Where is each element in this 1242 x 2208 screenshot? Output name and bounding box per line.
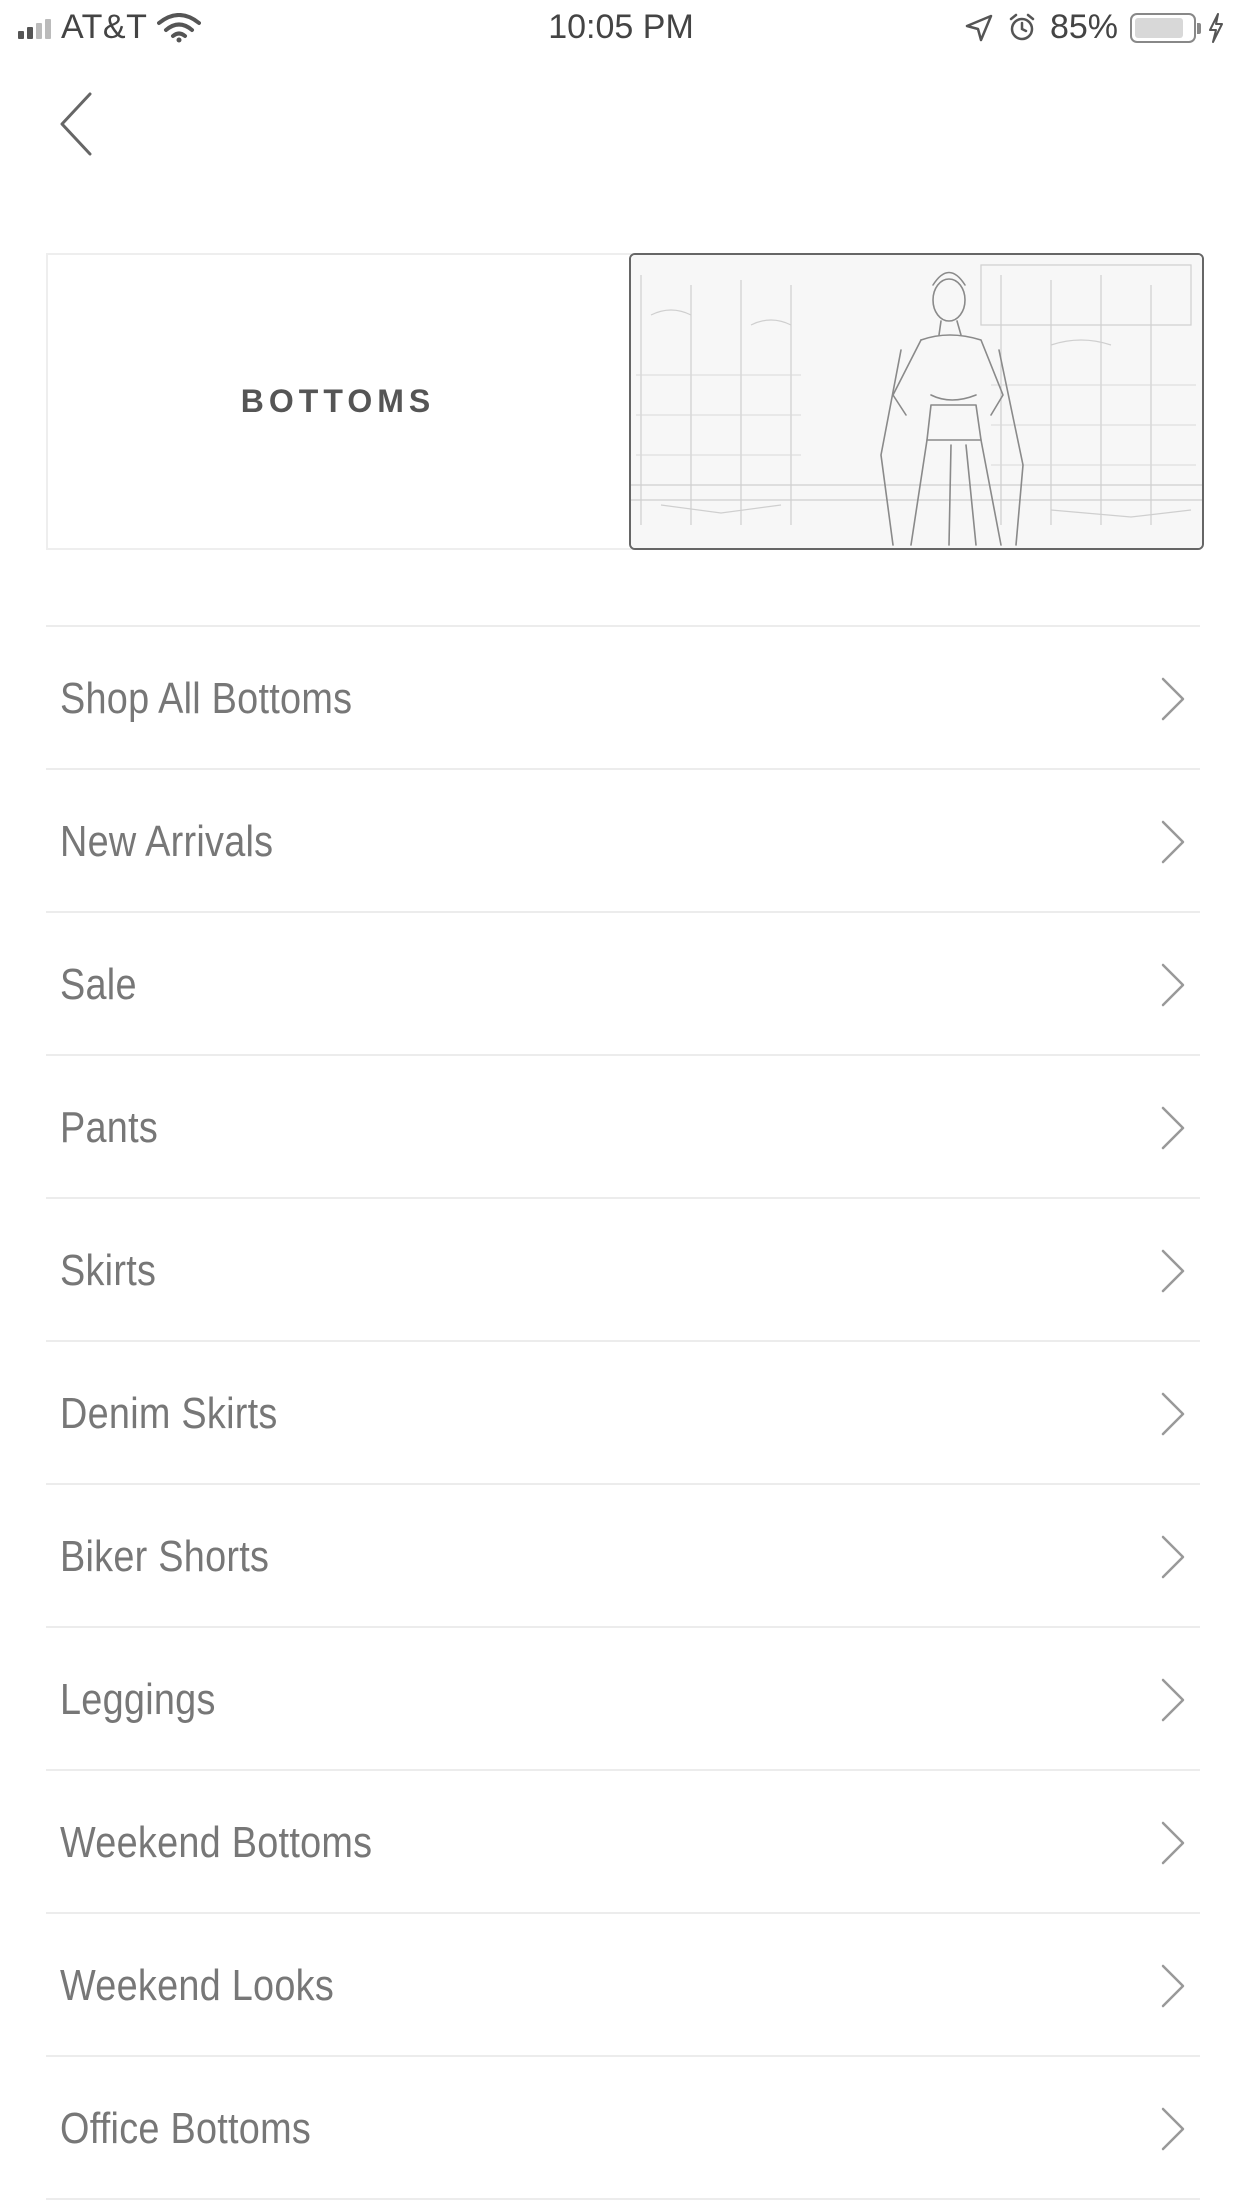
chevron-left-icon [60, 92, 92, 156]
menu-item[interactable]: New Arrivals [46, 770, 1200, 913]
menu-item-label: Sale [60, 959, 137, 1009]
chevron-right-icon [1161, 1392, 1185, 1436]
menu-item-label: Leggings [60, 1674, 216, 1724]
battery-icon [1130, 12, 1201, 43]
menu-item-label: Biker Shorts [60, 1531, 270, 1581]
back-button[interactable] [56, 90, 106, 170]
battery-fill [1135, 17, 1183, 38]
menu-item[interactable]: Shop All Bottoms [46, 627, 1200, 770]
chevron-right-icon [1161, 1964, 1185, 2008]
banner-image [629, 253, 1204, 550]
menu-item[interactable]: Office Bottoms [46, 2057, 1200, 2200]
menu-item-label: Skirts [60, 1245, 157, 1295]
chevron-right-icon [1161, 677, 1185, 721]
menu-item[interactable]: Weekend Looks [46, 1914, 1200, 2057]
chevron-right-icon [1161, 1678, 1185, 1722]
category-banner[interactable]: BOTTOMS [46, 253, 1204, 550]
status-bar: AT&T 10:05 PM 85% [0, 0, 1242, 60]
chevron-right-icon [1161, 1821, 1185, 1865]
menu-item-label: Weekend Looks [60, 1960, 335, 2010]
menu-item-label: Shop All Bottoms [60, 673, 353, 723]
screen: AT&T 10:05 PM 85% BOTTOMS Shop All Botto… [0, 0, 1242, 2208]
menu-item-label: Office Bottoms [60, 2103, 312, 2153]
menu-item[interactable]: Leggings [46, 1628, 1200, 1771]
charging-bolt-icon [1209, 12, 1223, 43]
menu-item[interactable]: Denim Skirts [46, 1342, 1200, 1485]
menu-item[interactable]: Sale [46, 913, 1200, 1056]
menu-item-label: Pants [60, 1102, 159, 1152]
location-arrow-icon [965, 14, 993, 41]
alarm-icon [1009, 13, 1035, 40]
chevron-right-icon [1161, 2107, 1185, 2151]
menu-item[interactable]: Pants [46, 1056, 1200, 1199]
category-menu: Shop All Bottoms New Arrivals Sale Pants Ski… [46, 625, 1200, 2200]
battery-percent: 85% [1049, 8, 1118, 46]
chevron-right-icon [1161, 1106, 1185, 1150]
menu-item[interactable]: Weekend Bottoms [46, 1771, 1200, 1914]
menu-item-label: New Arrivals [60, 816, 274, 866]
chevron-right-icon [1161, 963, 1185, 1007]
menu-item[interactable]: Skirts [46, 1199, 1200, 1342]
chevron-right-icon [1161, 820, 1185, 864]
chevron-right-icon [1161, 1249, 1185, 1293]
menu-item-label: Weekend Bottoms [60, 1817, 373, 1867]
chevron-right-icon [1161, 1535, 1185, 1579]
menu-item-label: Denim Skirts [60, 1388, 278, 1438]
menu-item[interactable]: Biker Shorts [46, 1485, 1200, 1628]
status-right: 85% [964, 8, 1224, 47]
photo-woman-in-long-coat [631, 255, 1202, 548]
banner-title: BOTTOMS [240, 383, 436, 419]
